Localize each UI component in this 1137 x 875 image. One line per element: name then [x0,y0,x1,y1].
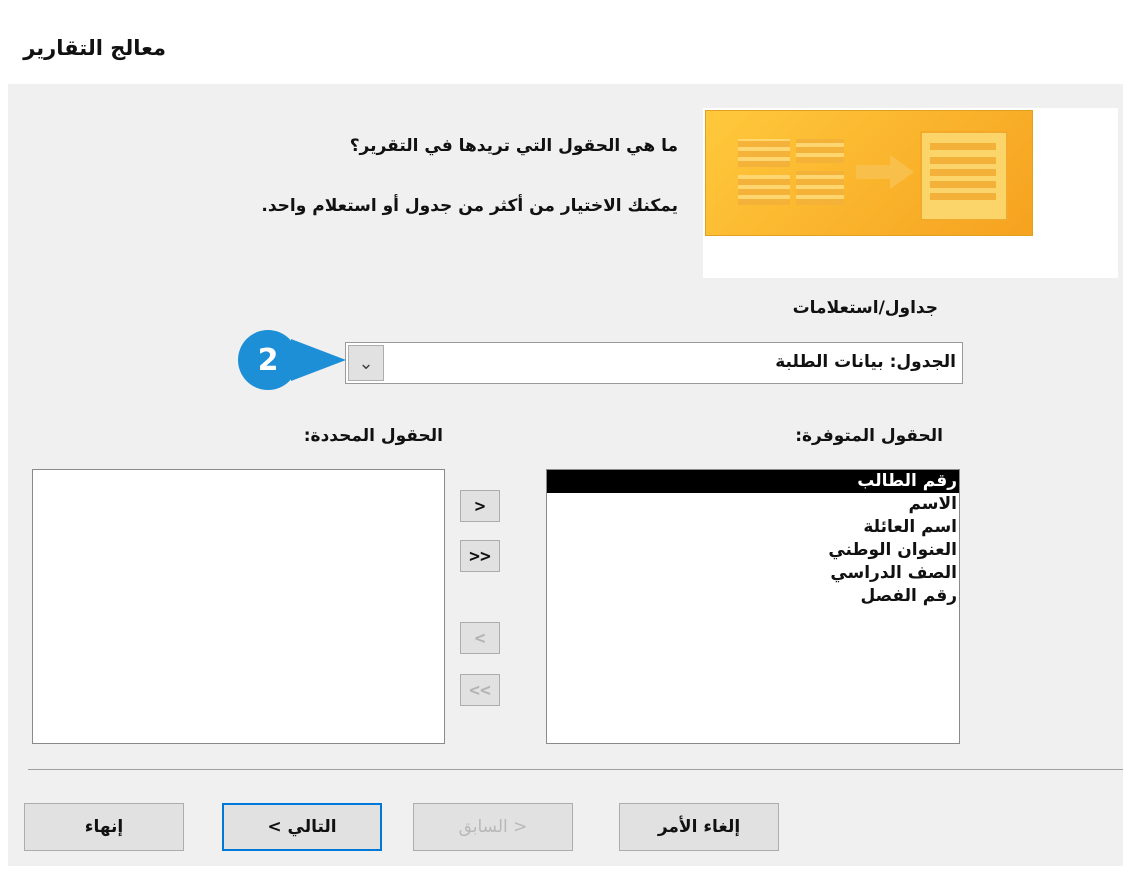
footer-divider [28,769,1123,770]
selected-fields-label: الحقول المحددة: [303,426,443,446]
list-item[interactable]: الصف الدراسي [547,562,959,585]
report-wizard-dialog: معالج التقارير ما هي الحقول التي تريدها … [8,16,1123,866]
dialog-title: معالج التقارير [23,36,166,60]
callout-pointer [291,339,346,381]
list-item[interactable]: رقم الفصل [547,585,959,608]
remove-all-fields-button[interactable]: << [460,674,500,706]
add-all-fields-button[interactable]: >> [460,540,500,572]
chevron-down-icon[interactable]: ⌄ [348,345,384,381]
list-item[interactable]: اسم العائلة [547,516,959,539]
list-item[interactable]: الاسم [547,493,959,516]
report-illustration-icon [705,110,1033,236]
list-item[interactable]: العنوان الوطني [547,539,959,562]
step-callout-badge: 2 [238,330,298,390]
wizard-illustration [703,108,1118,278]
finish-button[interactable]: إنهاء [24,803,184,851]
available-fields-list[interactable]: رقم الطالب الاسم اسم العائلة العنوان الوطني… [546,469,960,744]
table-query-value: الجدول: بيانات الطلبة [775,352,956,372]
next-button[interactable]: التالي > [222,803,382,851]
add-field-button[interactable]: > [460,490,500,522]
selected-fields-list[interactable] [32,469,445,744]
fields-question: ما هي الحقول التي تريدها في التقرير؟ [349,136,678,156]
list-item[interactable]: رقم الطالب [547,470,959,493]
title-bar: معالج التقارير [8,16,1123,84]
tables-queries-label: جداول/استعلامات [792,298,938,318]
remove-field-button[interactable]: < [460,622,500,654]
fields-hint: يمكنك الاختيار من أكثر من جدول أو استعلا… [261,196,678,216]
table-query-select[interactable]: الجدول: بيانات الطلبة ⌄ [345,342,963,384]
cancel-button[interactable]: إلغاء الأمر [619,803,779,851]
back-button[interactable]: < السابق [413,803,573,851]
available-fields-label: الحقول المتوفرة: [795,426,943,446]
